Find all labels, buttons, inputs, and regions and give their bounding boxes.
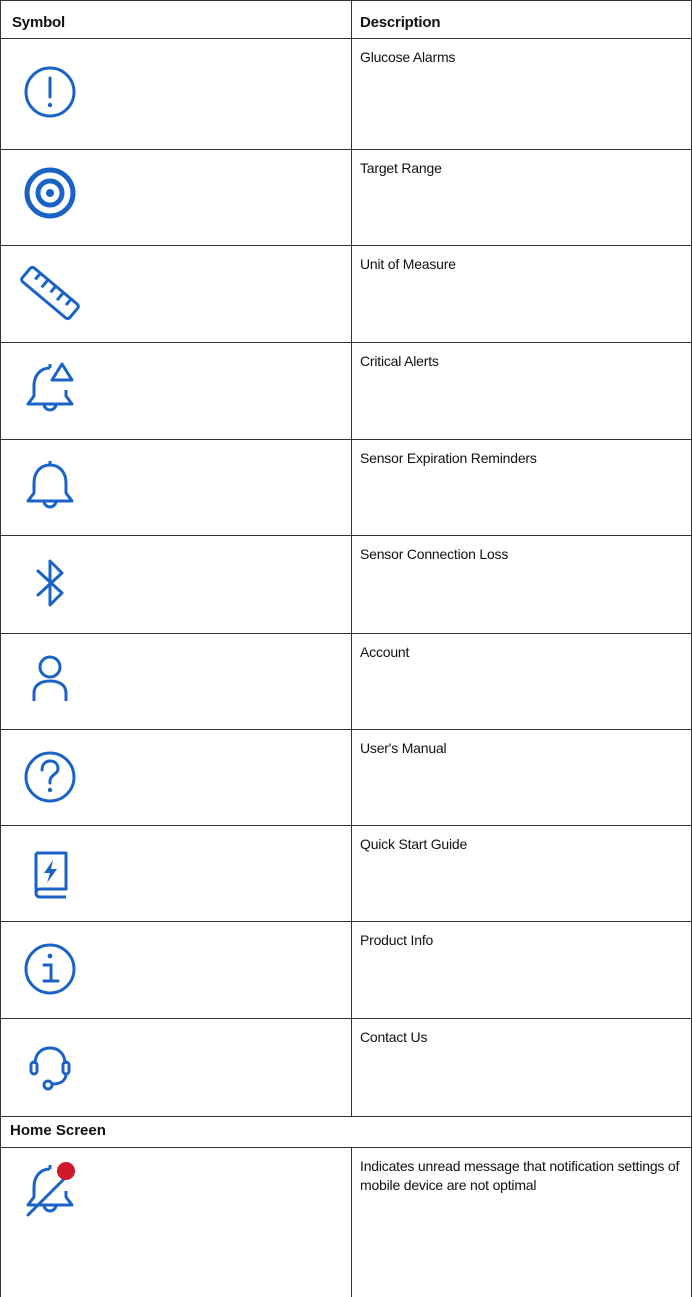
table-border-left bbox=[0, 0, 1, 1297]
row-description: Contact Us bbox=[360, 1029, 428, 1045]
row-divider bbox=[0, 825, 692, 826]
row-divider bbox=[0, 633, 692, 634]
table-row: Target Range bbox=[0, 149, 692, 245]
row-divider bbox=[0, 1018, 692, 1019]
row-description: Critical Alerts bbox=[360, 353, 439, 369]
row-description: Indicates unread message that notificati… bbox=[360, 1158, 680, 1193]
row-description: Quick Start Guide bbox=[360, 836, 468, 852]
row-divider bbox=[0, 729, 692, 730]
ruler-icon bbox=[16, 259, 84, 327]
row-divider bbox=[0, 535, 692, 536]
bell-muted-badge-icon bbox=[16, 1157, 84, 1225]
question-circle-icon bbox=[16, 743, 84, 811]
row-description: Target Range bbox=[360, 160, 442, 176]
table-row: Glucose Alarms bbox=[0, 38, 692, 149]
row-divider bbox=[0, 1116, 692, 1117]
column-divider bbox=[351, 0, 352, 1116]
bell-icon bbox=[16, 453, 84, 521]
row-divider bbox=[0, 38, 692, 39]
alert-circle-icon bbox=[16, 58, 84, 126]
person-icon bbox=[16, 647, 84, 715]
table-row: User's Manual bbox=[0, 729, 692, 825]
headset-icon bbox=[16, 1032, 84, 1100]
target-icon bbox=[16, 159, 84, 227]
row-description: User's Manual bbox=[360, 740, 447, 756]
header-description: Description bbox=[360, 14, 441, 31]
row-description: Sensor Connection Loss bbox=[360, 546, 509, 562]
row-divider bbox=[0, 1147, 692, 1148]
table-row: Unit of Measure bbox=[0, 245, 692, 342]
table-row: Sensor Connection Loss bbox=[0, 535, 692, 633]
row-divider bbox=[0, 245, 692, 246]
bluetooth-icon bbox=[16, 549, 84, 617]
table-row: Quick Start Guide bbox=[0, 825, 692, 921]
section-title: Home Screen bbox=[10, 1122, 106, 1139]
row-description: Glucose Alarms bbox=[360, 49, 456, 65]
row-divider bbox=[0, 921, 692, 922]
section-row: Home Screen bbox=[0, 1116, 692, 1147]
bell-alert-icon bbox=[16, 356, 84, 424]
row-description: Account bbox=[360, 644, 410, 660]
book-lightning-icon bbox=[16, 839, 84, 907]
row-description: Product Info bbox=[360, 932, 434, 948]
row-description: Unit of Measure bbox=[360, 256, 456, 272]
column-divider bbox=[351, 1147, 352, 1297]
row-divider bbox=[0, 149, 692, 150]
table-row: Indicates unread message that notificati… bbox=[0, 1147, 692, 1297]
table-header-row: Symbol Description bbox=[0, 0, 692, 38]
row-divider bbox=[0, 439, 692, 440]
row-description: Sensor Expiration Reminders bbox=[360, 450, 537, 466]
table-row: Contact Us bbox=[0, 1018, 692, 1116]
table-row: Critical Alerts bbox=[0, 342, 692, 439]
info-circle-icon bbox=[16, 935, 84, 1003]
row-divider bbox=[0, 342, 692, 343]
table-row: Account bbox=[0, 633, 692, 729]
table-border-top bbox=[0, 0, 692, 1]
header-symbol: Symbol bbox=[12, 14, 65, 31]
table-row: Product Info bbox=[0, 921, 692, 1018]
table-row: Sensor Expiration Reminders bbox=[0, 439, 692, 535]
